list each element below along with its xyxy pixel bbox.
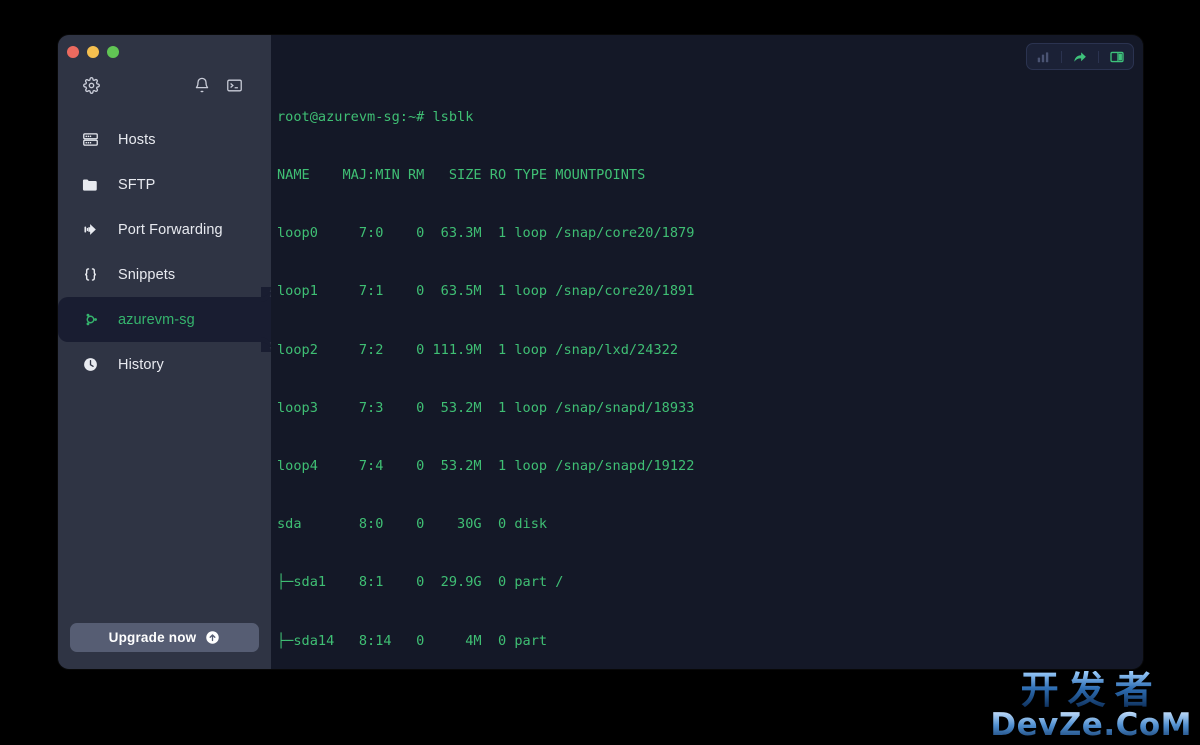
terminal-line: sda 8:0 0 30G 0 disk <box>277 516 556 533</box>
sidebar-item-label: SFTP <box>118 176 156 193</box>
sidebar-item-port-forwarding[interactable]: Port Forwarding <box>58 207 271 252</box>
terminal-icon[interactable] <box>223 74 245 96</box>
sidebar-item-azurevm-sg[interactable]: azurevm-sg <box>58 287 271 352</box>
minimize-window-button[interactable] <box>87 46 99 58</box>
forward-arrow-icon <box>80 220 100 240</box>
split-pane-icon[interactable] <box>1108 48 1126 66</box>
upgrade-section: Upgrade now <box>58 623 271 669</box>
action-divider <box>1098 50 1099 63</box>
upgrade-now-button[interactable]: Upgrade now <box>70 623 259 652</box>
window-traffic-lights <box>67 46 119 58</box>
sidebar-item-label: azurevm-sg <box>118 311 195 328</box>
bar-chart-icon[interactable] <box>1034 48 1052 66</box>
watermark-chinese: 开发者 <box>990 671 1192 709</box>
close-window-button[interactable] <box>67 46 79 58</box>
sidebar-nav: Hosts SFTP Port Forwarding Snippets azur… <box>58 117 271 387</box>
upgrade-button-label: Upgrade now <box>108 630 197 645</box>
terminal-line: ├─sda1 8:1 0 29.9G 0 part / <box>277 574 564 591</box>
app-window: Hosts SFTP Port Forwarding Snippets azur… <box>58 35 1143 669</box>
terminal-pane[interactable]: root@azurevm-sg:~# lsblk NAME MAJ:MIN RM… <box>271 35 1143 669</box>
sidebar-item-label: History <box>118 356 164 373</box>
sidebar-item-label: Port Forwarding <box>118 221 223 238</box>
terminal-output: root@azurevm-sg:~# lsblk NAME MAJ:MIN RM… <box>277 69 1143 669</box>
sidebar-filler <box>58 387 271 623</box>
sidebar-item-label: Hosts <box>118 131 156 148</box>
terminal-line: loop0 7:0 0 63.3M 1 loop /snap/core20/18… <box>277 225 695 242</box>
clock-icon <box>80 355 100 375</box>
maximize-window-button[interactable] <box>107 46 119 58</box>
page-root: Hosts SFTP Port Forwarding Snippets azur… <box>0 0 1200 745</box>
gear-icon[interactable] <box>80 74 102 96</box>
folder-icon <box>80 175 100 195</box>
watermark: 开发者 DevZe.CoM <box>990 671 1192 741</box>
sidebar-item-sftp[interactable]: SFTP <box>58 162 271 207</box>
share-arrow-icon[interactable] <box>1071 48 1089 66</box>
terminal-line: loop4 7:4 0 53.2M 1 loop /snap/snapd/191… <box>277 458 695 475</box>
arrow-up-circle-icon <box>205 630 220 645</box>
sidebar-item-label: Snippets <box>118 266 176 283</box>
terminal-action-bar <box>1026 43 1134 70</box>
terminal-line: root@azurevm-sg:~# lsblk <box>277 108 474 125</box>
linux-session-icon <box>80 310 100 330</box>
server-icon <box>80 130 100 150</box>
terminal-line: NAME MAJ:MIN RM SIZE RO TYPE MOUNTPOINTS <box>277 167 646 184</box>
sidebar-item-history[interactable]: History <box>58 342 271 387</box>
braces-icon <box>80 265 100 285</box>
terminal-line: loop3 7:3 0 53.2M 1 loop /snap/snapd/189… <box>277 399 695 416</box>
action-divider <box>1061 50 1062 63</box>
sidebar-toolbar <box>58 67 271 103</box>
terminal-line: loop2 7:2 0 111.9M 1 loop /snap/lxd/2432… <box>277 341 679 358</box>
bell-icon[interactable] <box>191 74 213 96</box>
terminal-line: ├─sda14 8:14 0 4M 0 part <box>277 632 556 649</box>
watermark-latin: DevZe.CoM <box>990 707 1192 743</box>
sidebar: Hosts SFTP Port Forwarding Snippets azur… <box>58 35 271 669</box>
terminal-line: loop1 7:1 0 63.5M 1 loop /snap/core20/18… <box>277 283 695 300</box>
sidebar-item-hosts[interactable]: Hosts <box>58 117 271 162</box>
sidebar-item-snippets[interactable]: Snippets <box>58 252 271 297</box>
